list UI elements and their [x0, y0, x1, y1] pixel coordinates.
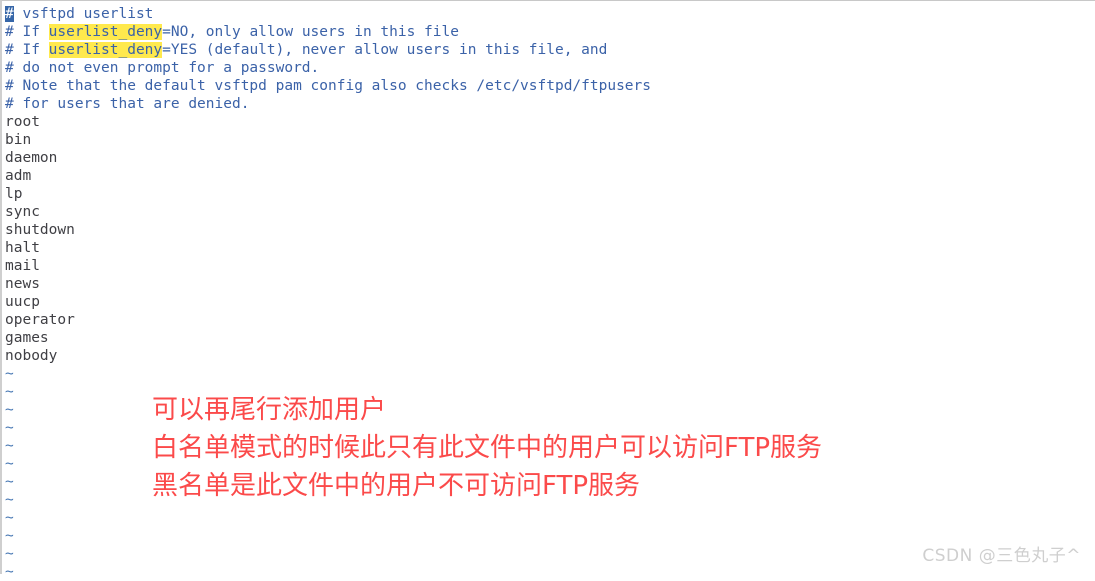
buffer-line: # for users that are denied. [5, 96, 250, 112]
line-prefix: # If [5, 24, 49, 40]
annotation-line: 黑名单是此文件中的用户不可访问FTP服务 [152, 471, 641, 501]
buffer-line-user: news [5, 276, 40, 292]
vim-editor-window[interactable]: # vsftpd userlist # If userlist_deny=NO,… [0, 0, 1095, 580]
buffer-line-user: bin [5, 132, 32, 148]
buffer-line: # do not even prompt for a password. [5, 60, 320, 76]
buffer-line-user: games [5, 330, 49, 346]
buffer-line-user: mail [5, 258, 40, 274]
line-suffix: =YES (default), never allow users in thi… [162, 42, 608, 58]
annotation-overlay: 可以再尾行添加用户 白名单模式的时候此只有此文件中的用户可以访问FTP服务 黑名… [152, 391, 1052, 505]
search-highlight: userlist_deny [48, 42, 163, 58]
annotation-line: 白名单模式的时候此只有此文件中的用户可以访问FTP服务 [152, 433, 823, 463]
search-highlight: userlist_deny [48, 24, 163, 40]
annotation-line: 可以再尾行添加用户 [152, 395, 387, 425]
line-suffix: =NO, only allow users in this file [162, 24, 459, 40]
buffer-line-user: root [5, 114, 40, 130]
csdn-watermark: CSDN @三色丸子^ [922, 546, 1081, 566]
buffer-line: # If userlist_deny=NO, only allow users … [5, 23, 1093, 41]
buffer-line-user: sync [5, 204, 40, 220]
buffer-line-user: adm [5, 168, 32, 184]
buffer-line-user: uucp [5, 294, 40, 310]
buffer-line-user: halt [5, 240, 40, 256]
buffer-line: # If userlist_deny=YES (default), never … [5, 41, 1093, 59]
empty-line-marker: ~ [5, 510, 14, 526]
buffer-line-user: shutdown [5, 222, 75, 238]
buffer-line: # Note that the default vsftpd pam confi… [5, 78, 652, 94]
buffer-line-text: vsftpd userlist [13, 6, 154, 22]
buffer-line-user: daemon [5, 150, 58, 166]
empty-line-marker: ~ [5, 366, 14, 382]
buffer-line-user: operator [5, 312, 75, 328]
line-prefix: # If [5, 42, 49, 58]
text-cursor: # [5, 6, 14, 22]
buffer-line: # vsftpd userlist [5, 5, 1093, 23]
buffer-line-user: nobody [5, 348, 58, 364]
buffer-line-user: lp [5, 186, 23, 202]
